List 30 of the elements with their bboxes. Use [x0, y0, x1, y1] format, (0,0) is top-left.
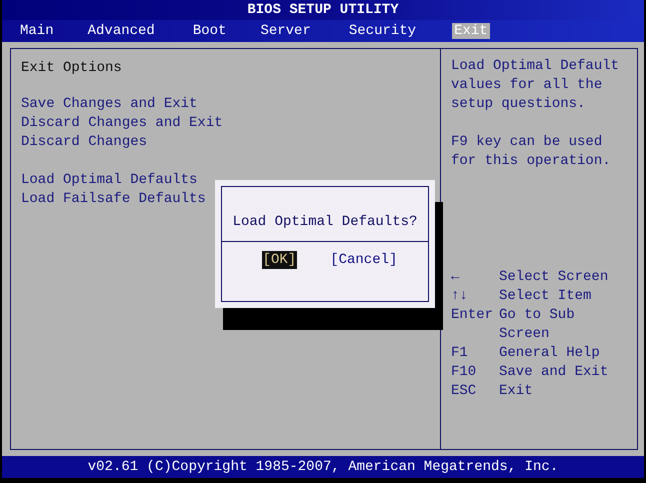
help-text: F9 key can be used for this operation.: [451, 133, 612, 171]
key-action: Select Screen: [499, 268, 610, 287]
key-label: F10: [451, 363, 478, 382]
dialog-question: Load Optimal Defaults?: [222, 187, 428, 242]
key-action: Go to Sub Screen: [499, 306, 576, 344]
copyright-text: v02.61 (C)Copyright 1985-2007, American Megatrends, Inc.: [88, 459, 558, 475]
key-label: ←: [451, 268, 460, 287]
menu-tab[interactable]: Main: [18, 23, 56, 39]
menu-tab[interactable]: Security: [346, 23, 418, 39]
dialog-button[interactable]: [OK]: [262, 251, 298, 269]
window-title: BIOS SETUP UTILITY: [247, 2, 399, 18]
menu-item[interactable]: Load Optimal Defaults: [21, 171, 198, 190]
menu-item[interactable]: Load Failsafe Defaults: [21, 190, 206, 209]
key-action: Exit: [499, 382, 534, 401]
key-action: General Help: [499, 344, 601, 363]
menu-tab[interactable]: Boot: [190, 23, 228, 39]
key-label: ESC: [451, 382, 478, 401]
key-label: F1: [451, 344, 469, 363]
help-text: Load Optimal Default values for all the setup questions.: [451, 57, 620, 114]
menu-tab[interactable]: Server: [258, 23, 313, 39]
key-action: Select Item: [499, 287, 592, 306]
dialog-button[interactable]: [Cancel]: [329, 251, 398, 269]
menu-item[interactable]: Discard Changes: [21, 133, 148, 152]
key-label: Enter: [451, 306, 494, 325]
menu-tab[interactable]: Advanced: [86, 23, 157, 39]
menu-item[interactable]: Discard Changes and Exit: [21, 114, 223, 133]
key-action: Save and Exit: [499, 363, 610, 382]
menu-item[interactable]: Save Changes and Exit: [21, 95, 198, 114]
key-label: ↑↓: [451, 287, 469, 306]
section-title: Exit Options: [21, 59, 123, 78]
